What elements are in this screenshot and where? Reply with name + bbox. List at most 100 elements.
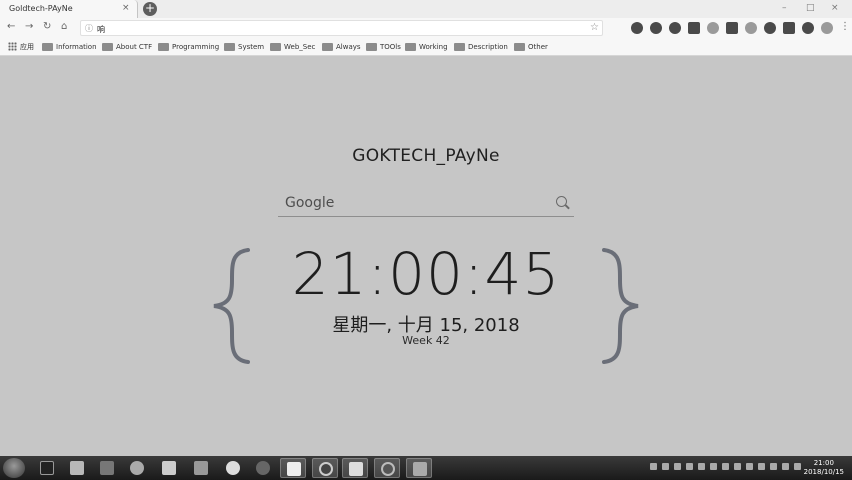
bookmark-folder-system[interactable]: System [224, 41, 264, 53]
tray-icon[interactable] [722, 463, 729, 470]
start-button[interactable] [3, 458, 25, 478]
search-icon[interactable] [556, 196, 567, 207]
folder-icon [366, 43, 377, 51]
new-tab-button[interactable]: + [143, 2, 157, 16]
cmd-icon [40, 461, 54, 475]
extension-icon[interactable] [707, 22, 719, 34]
taskbar-app-cmd[interactable] [34, 458, 60, 478]
taskbar-app[interactable] [124, 458, 150, 478]
bookmark-label: Information [56, 43, 97, 51]
tray-icon[interactable] [734, 463, 741, 470]
extension-icon[interactable] [821, 22, 833, 34]
bookmark-folder-description[interactable]: Description [454, 41, 508, 53]
taskbar-app-chrome[interactable] [374, 458, 400, 478]
bookmark-folder-about-ctf[interactable]: About CTF [102, 41, 152, 53]
close-window-icon[interactable]: × [831, 3, 839, 13]
extension-icon[interactable] [764, 22, 776, 34]
bookmark-label: Always [336, 43, 361, 51]
reload-icon[interactable]: ↻ [43, 21, 51, 32]
bookmark-label: Other [528, 43, 548, 51]
taskbar-app[interactable] [94, 458, 120, 478]
tab-close-icon[interactable]: × [122, 3, 130, 13]
folder-icon [224, 43, 235, 51]
tray-icon[interactable] [770, 463, 777, 470]
tray-icon[interactable] [650, 463, 657, 470]
tray-icon[interactable] [710, 463, 717, 470]
extension-icon[interactable] [688, 22, 700, 34]
back-arrow-icon[interactable]: ← [7, 21, 15, 32]
bookmark-folder-always[interactable]: Always [322, 41, 361, 53]
bookmark-folder-tools[interactable]: TOOls [366, 41, 401, 53]
browser-title-bar: Goldtech-PAyNe × + – □ × [0, 0, 852, 18]
extension-icon[interactable] [669, 22, 681, 34]
bookmark-folder-working[interactable]: Working [405, 41, 448, 53]
bookmark-apps[interactable]: 应用 [8, 41, 34, 53]
browser-tab[interactable]: Goldtech-PAyNe × [0, 0, 138, 18]
extension-icon[interactable] [726, 22, 738, 34]
bookmark-folder-web-sec[interactable]: Web_Sec [270, 41, 315, 53]
taskbar-app-word[interactable] [280, 458, 306, 478]
window-icon [413, 462, 427, 476]
folder-icon [102, 43, 113, 51]
minimize-icon[interactable]: – [782, 3, 787, 13]
editor-icon [194, 461, 208, 475]
bookmark-folder-programming[interactable]: Programming [158, 41, 219, 53]
bookmark-label: Description [468, 43, 508, 51]
bookmark-folder-information[interactable]: Information [42, 41, 97, 53]
bookmark-label: 应用 [20, 43, 34, 51]
tray-date: 2018/10/15 [803, 468, 844, 476]
powerpoint-icon [349, 462, 363, 476]
folder-icon [42, 43, 53, 51]
forward-arrow-icon[interactable]: → [25, 21, 33, 32]
page-title: GOKTECH_PAyNe [352, 146, 500, 166]
tray-icon[interactable] [782, 463, 789, 470]
taskbar-app[interactable] [406, 458, 432, 478]
bookmark-label: Programming [172, 43, 220, 51]
bookmark-label: Web_Sec [284, 43, 316, 51]
taskbar-app[interactable] [250, 458, 276, 478]
tray-icon[interactable] [758, 463, 765, 470]
folder-icon [158, 43, 169, 51]
menu-icon[interactable]: ⋮ [840, 21, 850, 32]
bookmark-star-icon[interactable]: ☆ [590, 22, 599, 33]
taskbar-app-powerpoint[interactable] [342, 458, 368, 478]
bookmark-label: About CTF [116, 43, 153, 51]
folder-icon [70, 461, 84, 475]
tool-icon [226, 461, 240, 475]
tray-icon[interactable] [794, 463, 801, 470]
extension-icon[interactable] [650, 22, 662, 34]
address-bar[interactable]: ⓘ 响 ☆ [80, 20, 603, 36]
folder-icon [454, 43, 465, 51]
tray-clock[interactable]: 21:00 2018/10/15 [804, 459, 844, 477]
bookmarks-bar: 应用 Information About CTF Programming Sys… [0, 38, 852, 56]
tray-icon[interactable] [686, 463, 693, 470]
media-icon [319, 462, 333, 476]
taskbar-app[interactable] [188, 458, 214, 478]
folder-icon [270, 43, 281, 51]
search-input[interactable]: Google [278, 190, 574, 217]
taskbar-app[interactable] [156, 458, 182, 478]
app-icon [100, 461, 114, 475]
home-icon[interactable]: ⌂ [61, 21, 67, 32]
tray-icon[interactable] [674, 463, 681, 470]
tray-icon[interactable] [662, 463, 669, 470]
maximize-icon[interactable]: □ [806, 3, 815, 13]
address-bar-value[interactable]: 响 [97, 24, 105, 35]
extension-icon[interactable] [802, 22, 814, 34]
taskbar-app[interactable] [312, 458, 338, 478]
chrome-icon [381, 462, 395, 476]
extension-icon[interactable] [745, 22, 757, 34]
extension-icon[interactable] [631, 22, 643, 34]
tray-icon[interactable] [698, 463, 705, 470]
bookmark-folder-other[interactable]: Other [514, 41, 548, 53]
clock-time: 21:00:45 [291, 240, 561, 308]
taskbar: 21:00 2018/10/15 [0, 456, 852, 480]
page-info-icon[interactable]: ⓘ [85, 23, 93, 34]
extension-icon[interactable] [783, 22, 795, 34]
notes-icon [162, 461, 176, 475]
taskbar-app[interactable] [220, 458, 246, 478]
taskbar-app-explorer[interactable] [64, 458, 90, 478]
tray-icon[interactable] [746, 463, 753, 470]
bookmark-label: Working [419, 43, 448, 51]
bookmark-label: System [238, 43, 265, 51]
